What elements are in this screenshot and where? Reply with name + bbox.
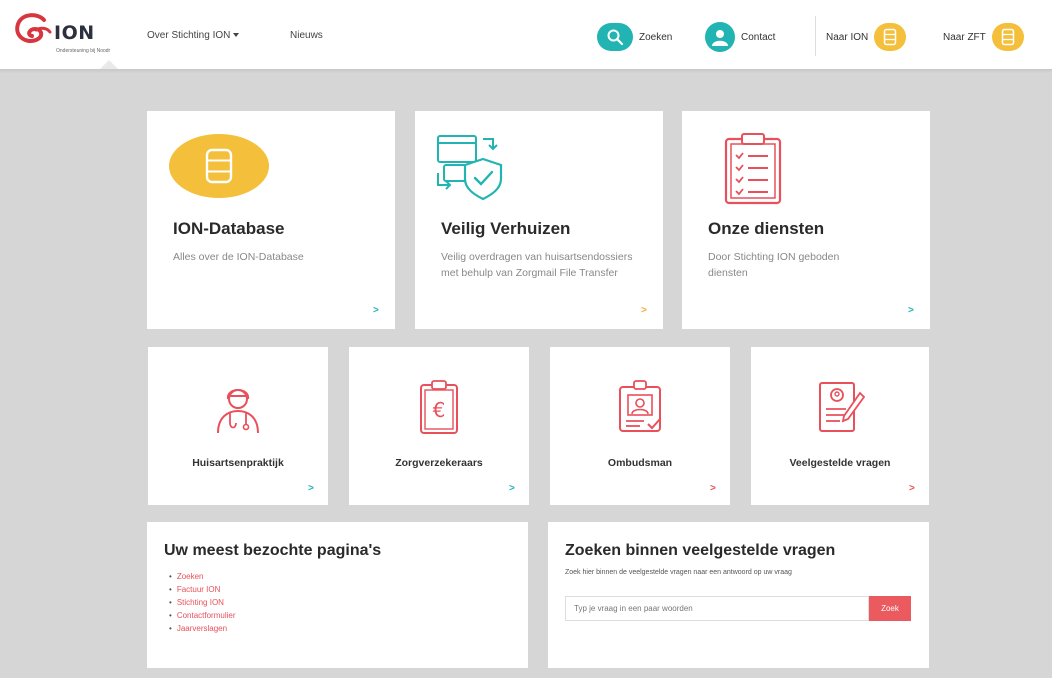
search-button-label: Zoeken <box>639 31 673 43</box>
card-description: Door Stichting ION geboden diensten <box>708 251 840 279</box>
popular-pages-title: Uw meest bezochte pagina's <box>164 542 382 559</box>
card-veilig-verhuizen[interactable]: Veilig Verhuizen Veilig overdragen van h… <box>415 111 663 329</box>
faq-search-panel: Zoeken binnen veelgestelde vragen Zoek h… <box>548 522 929 668</box>
chevron-right-icon: > <box>710 483 716 494</box>
card-title: Zorgverzekeraars <box>395 457 483 469</box>
id-badge-icon <box>619 380 661 432</box>
chevron-right-icon: > <box>909 483 915 494</box>
chevron-right-icon: > <box>641 305 647 316</box>
popular-link-zoeken[interactable]: Zoeken <box>169 570 236 583</box>
card-title: Veilig Verhuizen <box>441 219 571 238</box>
logo-subtext: Ondersteuning bij Noodr <box>56 48 111 54</box>
logo-text: ION <box>54 22 95 44</box>
svg-text:€: € <box>433 398 446 422</box>
card-title: Veelgestelde vragen <box>789 457 891 469</box>
card-description: Alles over de ION-Database <box>173 251 304 263</box>
to-zft-button[interactable]: Naar ZFT <box>937 22 1024 52</box>
faq-search-input[interactable] <box>565 596 869 621</box>
database-icon <box>874 23 907 51</box>
logo-mark-icon <box>15 13 52 43</box>
logo-notch <box>100 60 118 69</box>
user-icon <box>705 22 735 52</box>
doctor-icon <box>217 389 259 434</box>
chevron-right-icon: > <box>908 305 914 316</box>
chevron-right-icon: > <box>308 483 314 494</box>
chevron-right-icon: > <box>373 305 379 316</box>
card-title: Ombudsman <box>607 457 673 469</box>
nav-about-dropdown[interactable]: Over Stichting ION <box>147 30 240 41</box>
search-icon <box>597 23 633 51</box>
popular-pages-list: Zoeken Factuur ION Stichting ION Contact… <box>169 570 236 635</box>
card-veelgestelde-vragen[interactable]: Veelgestelde vragen > <box>751 347 929 505</box>
card-title: ION-Database <box>173 219 285 238</box>
secure-transfer-icon <box>437 135 503 201</box>
database-icon <box>169 134 269 198</box>
database-icon <box>991 23 1024 51</box>
card-zorgverzekeraars[interactable]: € Zorgverzekeraars > <box>349 347 529 505</box>
nav-news[interactable]: Nieuws <box>290 30 323 41</box>
card-title: Onze diensten <box>708 219 825 238</box>
caret-down-icon <box>233 33 240 38</box>
card-description: Veilig overdragen van huisartsendossiers… <box>441 251 633 279</box>
header-divider <box>815 16 816 56</box>
faq-search-form: Zoek <box>565 596 911 621</box>
to-zft-label: Naar ZFT <box>943 31 986 43</box>
search-button[interactable]: Zoeken <box>597 22 678 52</box>
faq-search-description: Zoek hier binnen de veelgestelde vragen … <box>565 569 792 576</box>
site-header: ION Ondersteuning bij Noodr Over Stichti… <box>0 0 1052 70</box>
euro-clipboard-icon: € <box>420 380 458 434</box>
popular-link-factuur[interactable]: Factuur ION <box>169 583 236 596</box>
popular-link-contactformulier[interactable]: Contactformulier <box>169 609 236 622</box>
document-pen-icon <box>819 382 866 432</box>
card-ion-database[interactable]: ION-Database Alles over de ION-Database … <box>147 111 395 329</box>
card-huisartsenpraktijk[interactable]: Huisartsenpraktijk > <box>148 347 328 505</box>
popular-link-stichting[interactable]: Stichting ION <box>169 596 236 609</box>
card-ombudsman[interactable]: Ombudsman > <box>550 347 730 505</box>
faq-search-button[interactable]: Zoek <box>869 596 911 621</box>
popular-pages-panel: Uw meest bezochte pagina's Zoeken Factuu… <box>147 522 528 668</box>
card-onze-diensten[interactable]: Onze diensten Door Stichting ION geboden… <box>682 111 930 329</box>
contact-button-label: Contact <box>741 31 776 43</box>
faq-search-title: Zoeken binnen veelgestelde vragen <box>565 542 836 559</box>
contact-button[interactable]: Contact <box>705 22 781 52</box>
clipboard-checklist-icon <box>724 133 782 205</box>
popular-link-jaarverslagen[interactable]: Jaarverslagen <box>169 622 236 635</box>
to-ion-label: Naar ION <box>826 31 869 43</box>
chevron-right-icon: > <box>509 483 515 494</box>
ion-logo[interactable]: ION Ondersteuning bij Noodr <box>14 10 139 66</box>
nav-about-label: Over Stichting ION <box>147 30 231 41</box>
card-title: Huisartsenpraktijk <box>192 457 284 469</box>
to-ion-button[interactable]: Naar ION <box>820 22 907 52</box>
